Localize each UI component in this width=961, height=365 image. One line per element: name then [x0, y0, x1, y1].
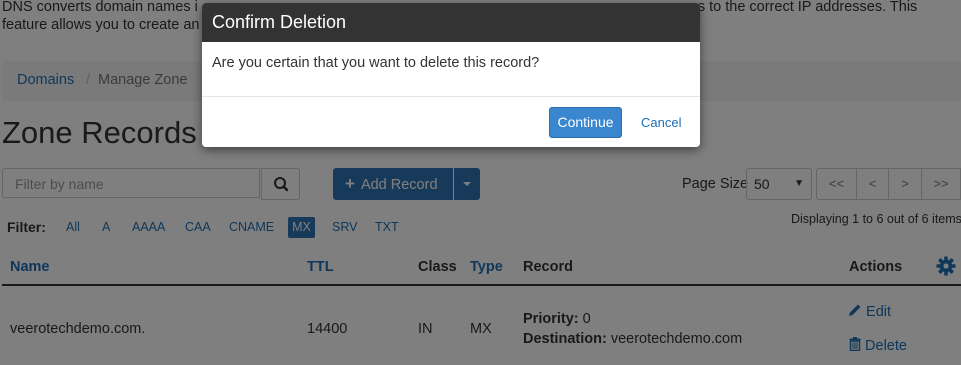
- dialog-title: Confirm Deletion: [212, 12, 347, 32]
- confirm-deletion-dialog: Confirm Deletion Are you certain that yo…: [202, 3, 700, 147]
- dialog-footer-divider: [202, 96, 700, 97]
- continue-button[interactable]: Continue: [549, 107, 622, 138]
- dialog-message: Are you certain that you want to delete …: [212, 55, 540, 71]
- dialog-header: Confirm Deletion: [202, 3, 700, 42]
- cancel-button[interactable]: Cancel: [641, 115, 681, 130]
